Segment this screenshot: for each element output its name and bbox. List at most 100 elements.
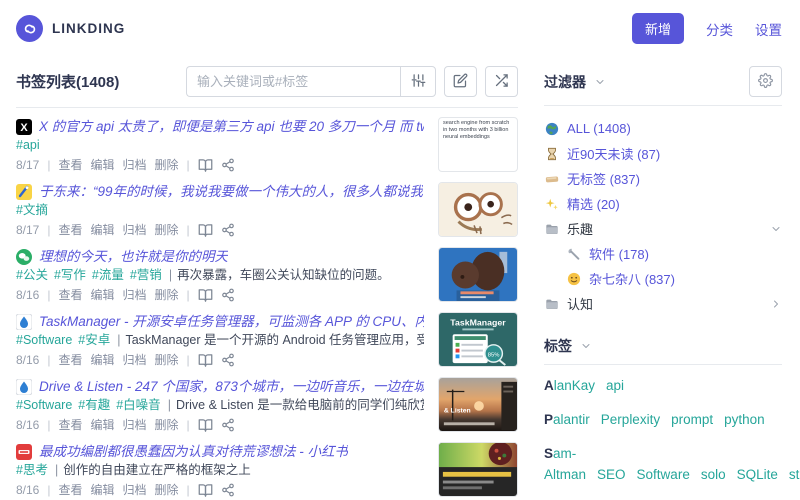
archive-action-link[interactable]: 归档 [123,155,147,175]
bookmark-tag-link[interactable]: #api [16,138,40,152]
bookmark-thumbnail[interactable] [438,442,518,497]
nav-settings-link[interactable]: 设置 [755,19,782,39]
filter-label: ALL (1408) [567,121,631,136]
bookmark-tag-link[interactable]: #流量 [92,268,124,282]
edit-action-link[interactable]: 编辑 [91,155,115,175]
share-icon[interactable] [221,483,235,497]
search-input[interactable] [186,66,400,97]
filter-link[interactable]: 软件 (178) [566,244,649,263]
view-action-link[interactable]: 查看 [58,350,82,370]
bookmark-thumbnail[interactable]: TaskManager 85% [438,312,518,367]
bookmark-title-link[interactable]: 于东来：“99年的时候，我说我要做一个伟大的人，很多人都说我 [39,182,423,201]
tag-cloud-link[interactable]: AlanKay [544,378,595,393]
tag-cloud-link[interactable]: SEO [597,467,626,482]
share-icon[interactable] [221,353,235,367]
tag-cloud-link[interactable]: Sam-Altman [544,446,586,482]
tag-cloud-link[interactable]: stripe [789,467,800,482]
book-open-icon[interactable] [198,223,213,238]
chevron-right-icon[interactable] [770,298,782,310]
filter-link[interactable]: ALL (1408) [544,121,631,136]
bookmark-tag-link[interactable]: #Software [16,398,72,412]
delete-action-link[interactable]: 删除 [155,220,179,240]
share-icon[interactable] [221,288,235,302]
tag-cloud-link[interactable]: prompt [671,412,713,427]
archive-action-link[interactable]: 归档 [123,415,147,435]
bookmark-title-link[interactable]: 理想的今天，也许就是你的明天 [39,247,228,266]
book-open-icon[interactable] [198,353,213,368]
view-action-link[interactable]: 查看 [58,220,82,240]
appinn-favicon [16,378,32,395]
book-open-icon[interactable] [198,418,213,433]
archive-action-link[interactable]: 归档 [123,285,147,305]
book-open-icon[interactable] [198,483,213,498]
edit-action-link[interactable]: 编辑 [91,285,115,305]
view-action-link[interactable]: 查看 [58,155,82,175]
bookmark-tag-link[interactable]: #安卓 [78,333,110,347]
filter-folder-label[interactable]: 乐趣 [544,219,593,238]
edit-action-link[interactable]: 编辑 [91,415,115,435]
filter-link[interactable]: 杂七杂八 (837) [566,269,675,288]
view-action-link[interactable]: 查看 [58,285,82,305]
tag-cloud-link[interactable]: Palantir [544,412,590,427]
bookmark-title-link[interactable]: 最成功编剧都很愚蠢因为认真对待荒谬想法 - 小红书 [39,442,348,461]
gear-icon [758,72,773,91]
app-logo-link[interactable]: LINKDING [16,15,125,42]
filter-item-row: 精选 (20) [544,191,782,216]
filter-link[interactable]: 无标签 (837) [544,169,640,188]
edit-action-link[interactable]: 编辑 [91,350,115,370]
nav-categories-link[interactable]: 分类 [706,19,733,39]
add-bookmark-button[interactable]: 新增 [631,13,684,44]
filter-link[interactable]: 精选 (20) [544,194,620,213]
bookmark-tag-link[interactable]: #公关 [16,268,48,282]
bookmark-tag-link[interactable]: #白噪音 [116,398,160,412]
filter-link[interactable]: 近90天未读 (87) [544,144,660,163]
edit-action-link[interactable]: 编辑 [91,480,115,500]
filters-settings-button[interactable] [749,66,782,97]
folder-icon [544,222,559,236]
archive-action-link[interactable]: 归档 [123,480,147,500]
bookmark-thumbnail[interactable]: & Listen [438,377,518,432]
bookmark-thumbnail[interactable]: search engine from scratch in two months… [438,117,518,172]
bulk-edit-button[interactable] [444,66,477,97]
chevron-down-icon[interactable] [770,223,782,235]
tags-chevron-down-icon[interactable] [580,340,592,352]
view-action-link[interactable]: 查看 [58,415,82,435]
view-action-link[interactable]: 查看 [58,480,82,500]
bookmark-tag-link[interactable]: #写作 [54,268,86,282]
bookmark-tag-link[interactable]: #营销 [130,268,162,282]
meta-separator: | [186,483,190,497]
archive-action-link[interactable]: 归档 [123,220,147,240]
bookmark-title-link[interactable]: X 的官方 api 太贵了，即便是第三方 api 也要 20 多刀一个月 而 t… [39,117,424,136]
filter-folder-label[interactable]: 认知 [544,294,593,313]
bookmark-tag-link[interactable]: #有趣 [78,398,110,412]
book-open-icon[interactable] [198,158,213,173]
delete-action-link[interactable]: 删除 [155,350,179,370]
tag-cloud-link[interactable]: Software [637,467,690,482]
bookmark-tag-link[interactable]: #文摘 [16,203,48,217]
delete-action-link[interactable]: 删除 [155,155,179,175]
share-icon[interactable] [221,223,235,237]
tag-cloud-link[interactable]: Perplexity [601,412,660,427]
archive-action-link[interactable]: 归档 [123,350,147,370]
share-icon[interactable] [221,418,235,432]
share-icon[interactable] [221,158,235,172]
bookmark-tag-link[interactable]: #思考 [16,463,48,477]
bookmark-thumbnail[interactable] [438,247,518,302]
tag-cloud-link[interactable]: solo [701,467,726,482]
bookmark-thumbnail[interactable] [438,182,518,237]
tag-cloud-link[interactable]: SQLite [737,467,778,482]
bookmark-title-link[interactable]: TaskManager - 开源安卓任务管理器，可监测各 APP 的 CPU、内… [39,312,424,331]
meta-separator: | [47,288,51,302]
tag-cloud-link[interactable]: api [606,378,624,393]
shuffle-button[interactable] [485,66,518,97]
bookmark-title-link[interactable]: Drive & Listen - 247 个国家，873个城市，一边听音乐，一边… [39,377,424,396]
bookmark-tag-link[interactable]: #Software [16,333,72,347]
tag-cloud-link[interactable]: python [724,412,765,427]
edit-action-link[interactable]: 编辑 [91,220,115,240]
search-options-button[interactable] [400,66,436,97]
delete-action-link[interactable]: 删除 [155,415,179,435]
filters-chevron-down-icon[interactable] [594,76,606,88]
delete-action-link[interactable]: 删除 [155,285,179,305]
delete-action-link[interactable]: 删除 [155,480,179,500]
book-open-icon[interactable] [198,288,213,303]
